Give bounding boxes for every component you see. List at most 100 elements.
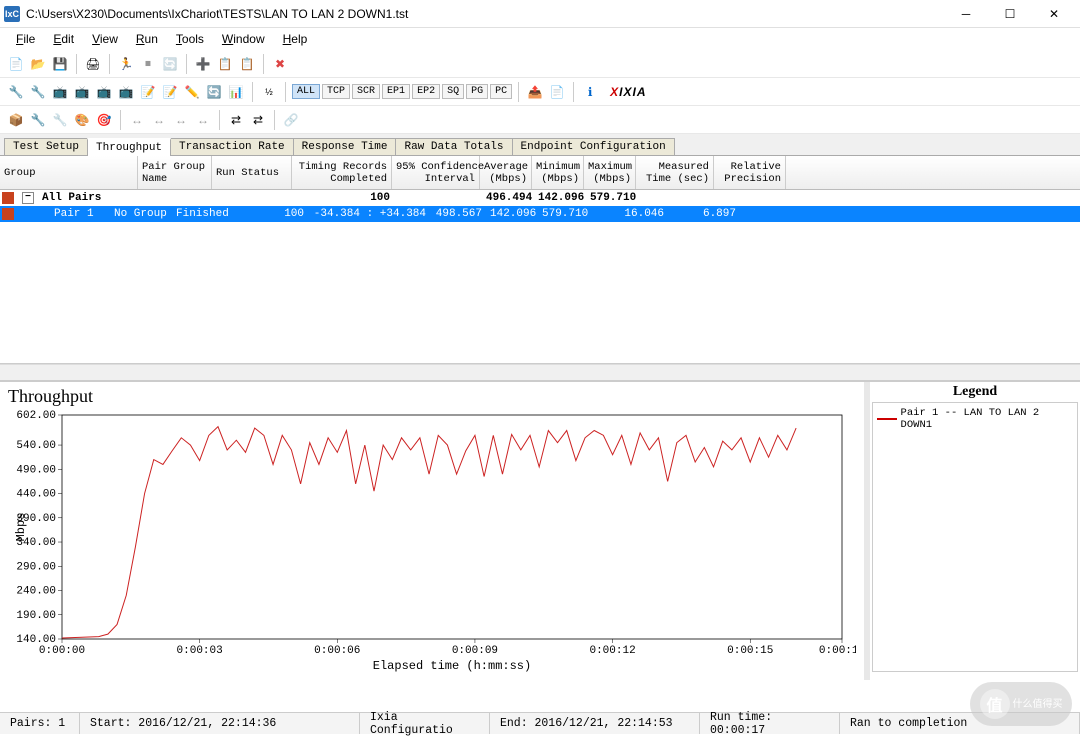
status-config: Ixia Configuratio bbox=[360, 713, 490, 734]
m5-icon[interactable]: 🎯 bbox=[94, 110, 114, 130]
filter-ep1[interactable]: EP1 bbox=[382, 84, 410, 99]
menu-edit[interactable]: Edit bbox=[45, 30, 82, 48]
run-icon[interactable]: 🏃 bbox=[116, 54, 136, 74]
m3-icon[interactable]: 🔧 bbox=[50, 110, 70, 130]
menu-window[interactable]: Window bbox=[214, 30, 273, 48]
menu-file[interactable]: File bbox=[8, 30, 43, 48]
stop-icon[interactable]: ⏹ bbox=[138, 54, 158, 74]
col-run-status[interactable]: Run Status bbox=[212, 156, 292, 189]
col-precision[interactable]: Relative Precision bbox=[714, 156, 786, 189]
chart-row: Throughput 140.00190.00240.00290.00340.0… bbox=[0, 380, 1080, 680]
open-icon[interactable]: 📂 bbox=[28, 54, 48, 74]
m2-icon[interactable]: 🔧 bbox=[28, 110, 48, 130]
add-icon[interactable]: ➕ bbox=[193, 54, 213, 74]
tab-test-setup[interactable]: Test Setup bbox=[4, 138, 88, 155]
m4-icon[interactable]: 🎨 bbox=[72, 110, 92, 130]
v10-icon[interactable]: 🔄 bbox=[204, 82, 224, 102]
filter-pg[interactable]: PG bbox=[466, 84, 488, 99]
col-measured[interactable]: Measured Time (sec) bbox=[636, 156, 714, 189]
app-icon: IxC bbox=[4, 6, 20, 22]
row-all-pairs[interactable]: − All Pairs 100 496.494 142.096 579.710 bbox=[0, 190, 1080, 206]
export-icon[interactable]: 📤 bbox=[525, 82, 545, 102]
svg-text:0:00:06: 0:00:06 bbox=[314, 645, 360, 657]
print-icon[interactable]: 🖨 bbox=[83, 54, 103, 74]
col-average[interactable]: Average (Mbps) bbox=[480, 156, 532, 189]
hscroll[interactable] bbox=[0, 364, 1080, 380]
filter-ep2[interactable]: EP2 bbox=[412, 84, 440, 99]
col-group[interactable]: Group bbox=[0, 156, 138, 189]
tab-throughput[interactable]: Throughput bbox=[87, 138, 171, 156]
v9-icon[interactable]: ✏️ bbox=[182, 82, 202, 102]
m9-icon[interactable]: ↔ bbox=[193, 110, 213, 130]
save-icon[interactable]: 💾 bbox=[50, 54, 70, 74]
status-pairs: Pairs: 1 bbox=[0, 713, 80, 734]
v3-icon[interactable]: 📺 bbox=[50, 82, 70, 102]
legend-line-icon bbox=[877, 418, 897, 420]
help-icon[interactable]: ℹ bbox=[580, 82, 600, 102]
menu-run[interactable]: Run bbox=[128, 30, 166, 48]
col-minimum[interactable]: Minimum (Mbps) bbox=[532, 156, 584, 189]
toolbar-misc: 📦 🔧 🔧 🎨 🎯 ↔ ↔ ↔ ↔ ⇄ ⇄ 🔗 bbox=[0, 106, 1080, 134]
legend-label: Pair 1 -- LAN TO LAN 2 DOWN1 bbox=[901, 407, 1073, 431]
legend-item-pair1[interactable]: Pair 1 -- LAN TO LAN 2 DOWN1 bbox=[877, 407, 1073, 431]
report-icon[interactable]: 📄 bbox=[547, 82, 567, 102]
sync-icon[interactable]: 🔄 bbox=[160, 54, 180, 74]
tab-raw-data-totals[interactable]: Raw Data Totals bbox=[395, 138, 512, 155]
close-button[interactable]: ✕ bbox=[1032, 0, 1076, 28]
pair1-prec: 6.897 bbox=[668, 208, 740, 220]
row-pair-1[interactable]: Pair 1 No Group Finished 100 -34.384 : +… bbox=[0, 206, 1080, 222]
filter-all[interactable]: ALL bbox=[292, 84, 320, 99]
legend-title: Legend bbox=[872, 384, 1078, 400]
svg-text:0:00:15: 0:00:15 bbox=[727, 645, 773, 657]
m11-icon[interactable]: ⇄ bbox=[248, 110, 268, 130]
paste-icon[interactable]: 📋 bbox=[237, 54, 257, 74]
maximize-button[interactable]: ☐ bbox=[988, 0, 1032, 28]
tab-endpoint-configuration[interactable]: Endpoint Configuration bbox=[512, 138, 675, 155]
col-maximum[interactable]: Maximum (Mbps) bbox=[584, 156, 636, 189]
v1-icon[interactable]: 🔧 bbox=[6, 82, 26, 102]
pair1-group: No Group bbox=[110, 208, 172, 220]
svg-text:0:00:12: 0:00:12 bbox=[589, 645, 635, 657]
v6-icon[interactable]: 📺 bbox=[116, 82, 136, 102]
copy-icon[interactable]: 📋 bbox=[215, 54, 235, 74]
v7-icon[interactable]: 📝 bbox=[138, 82, 158, 102]
m1-icon[interactable]: 📦 bbox=[6, 110, 26, 130]
tab-response-time[interactable]: Response Time bbox=[293, 138, 397, 155]
filter-pc[interactable]: PC bbox=[490, 84, 512, 99]
col-timing-records[interactable]: Timing Records Completed bbox=[292, 156, 392, 189]
m8-icon[interactable]: ↔ bbox=[171, 110, 191, 130]
m12-icon[interactable]: 🔗 bbox=[281, 110, 301, 130]
window-title: C:\Users\X230\Documents\IxChariot\TESTS\… bbox=[26, 7, 944, 21]
menu-help[interactable]: Help bbox=[275, 30, 316, 48]
minimize-button[interactable]: ─ bbox=[944, 0, 988, 28]
filter-tcp[interactable]: TCP bbox=[322, 84, 350, 99]
menu-view[interactable]: View bbox=[84, 30, 126, 48]
v11-icon[interactable]: 📊 bbox=[226, 82, 246, 102]
filter-scr[interactable]: SCR bbox=[352, 84, 380, 99]
m7-icon[interactable]: ↔ bbox=[149, 110, 169, 130]
tab-transaction-rate[interactable]: Transaction Rate bbox=[170, 138, 294, 155]
filter-sq[interactable]: SQ bbox=[442, 84, 464, 99]
collapse-icon[interactable]: − bbox=[22, 192, 34, 204]
throughput-chart: 140.00190.00240.00290.00340.00390.00440.… bbox=[8, 409, 856, 673]
col-pair-group-name[interactable]: Pair Group Name bbox=[138, 156, 212, 189]
pair1-label: Pair 1 bbox=[50, 208, 110, 220]
svg-text:0:00:00: 0:00:00 bbox=[39, 645, 85, 657]
menu-tools[interactable]: Tools bbox=[168, 30, 212, 48]
titlebar: IxC C:\Users\X230\Documents\IxChariot\TE… bbox=[0, 0, 1080, 28]
col-confidence[interactable]: 95% Confidence Interval bbox=[392, 156, 480, 189]
v12-icon[interactable]: ½ bbox=[259, 82, 279, 102]
m6-icon[interactable]: ↔ bbox=[127, 110, 147, 130]
stop2-icon[interactable]: ✖ bbox=[270, 54, 290, 74]
m10-icon[interactable]: ⇄ bbox=[226, 110, 246, 130]
v4-icon[interactable]: 📺 bbox=[72, 82, 92, 102]
pair1-avg: 498.567 bbox=[430, 208, 486, 220]
v2-icon[interactable]: 🔧 bbox=[28, 82, 48, 102]
pair1-timing: 100 bbox=[252, 208, 308, 220]
v8-icon[interactable]: 📝 bbox=[160, 82, 180, 102]
pair1-conf: -34.384 : +34.384 bbox=[308, 208, 430, 220]
v5-icon[interactable]: 📺 bbox=[94, 82, 114, 102]
menubar: File Edit View Run Tools Window Help bbox=[0, 28, 1080, 50]
new-icon[interactable]: 📄 bbox=[6, 54, 26, 74]
table-header: Group Pair Group Name Run Status Timing … bbox=[0, 156, 1080, 190]
